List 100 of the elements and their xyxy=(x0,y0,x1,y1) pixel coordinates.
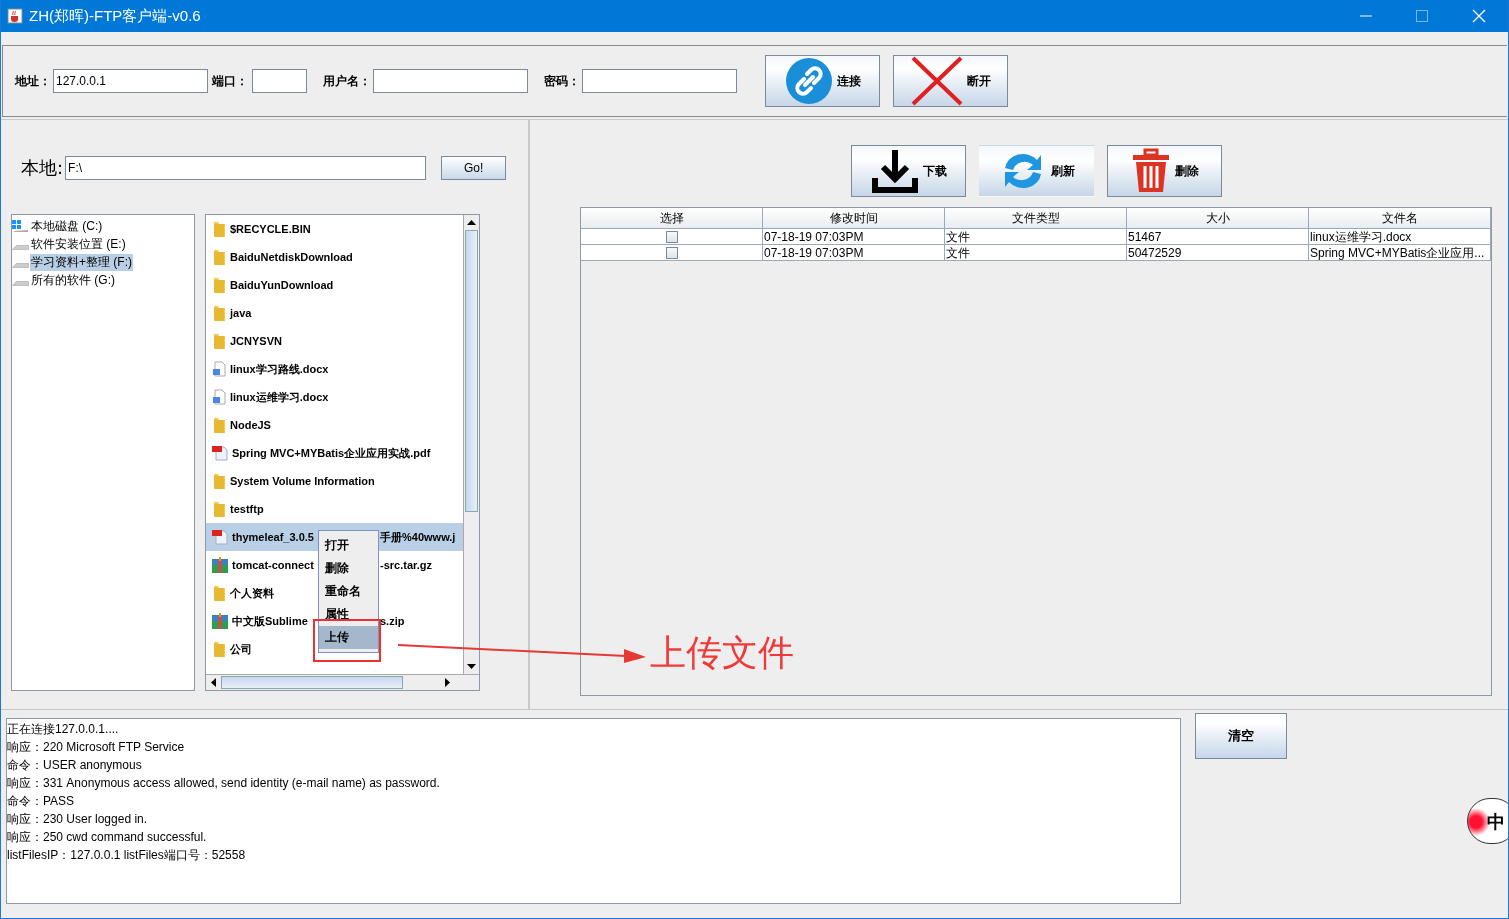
document-icon xyxy=(212,389,226,405)
file-name[interactable]: -src.tar.gz xyxy=(380,559,432,571)
table-cell: Spring MVC+MYBatis企业应用... xyxy=(1309,245,1491,261)
window-title: ZH(郑晖)-FTP客户端-v0.6 xyxy=(29,6,201,26)
folder-icon xyxy=(212,417,226,433)
file-name[interactable]: NodeJS xyxy=(230,419,271,431)
menu-item[interactable]: 删除 xyxy=(319,557,378,580)
column-header[interactable]: 大小 xyxy=(1127,208,1309,229)
file-name[interactable]: System Volume Information xyxy=(230,475,375,487)
folder-icon xyxy=(212,249,226,265)
drive-icon xyxy=(12,263,29,268)
table-cell: 文件 xyxy=(945,229,1127,245)
menu-item[interactable]: 属性 xyxy=(319,603,378,626)
folder-icon xyxy=(212,585,226,601)
column-header[interactable]: 修改时间 xyxy=(763,208,945,229)
toolbar-button[interactable]: 刷新 xyxy=(979,145,1094,197)
folder-icon xyxy=(212,641,226,657)
text-field[interactable] xyxy=(582,69,737,93)
local-label: 本地: xyxy=(21,156,64,180)
folder-icon xyxy=(212,305,226,321)
file-name[interactable]: BaiduYunDownload xyxy=(230,279,334,291)
file-name[interactable]: thymeleaf_3.0.5 xyxy=(232,531,314,543)
scrollbar-thumb[interactable] xyxy=(221,676,403,689)
drive-item[interactable]: 本地磁盘 (C:) xyxy=(30,217,104,235)
clear-button[interactable]: 清空 xyxy=(1195,713,1287,759)
folder-icon xyxy=(212,473,226,489)
toolbar-button[interactable]: 下载 xyxy=(851,145,966,197)
table-cell: 07-18-19 07:03PM xyxy=(763,229,945,245)
menu-item[interactable]: 打开 xyxy=(319,534,378,557)
file-name[interactable]: linux学习路线.docx xyxy=(230,361,329,377)
folder-icon xyxy=(212,277,226,293)
pdf-icon xyxy=(212,445,228,461)
file-name[interactable]: s.zip xyxy=(380,615,405,627)
coffee-cup-icon xyxy=(7,8,23,24)
go-button[interactable]: Go! xyxy=(441,156,507,180)
close-icon[interactable] xyxy=(1472,9,1486,23)
drive-item[interactable]: 学习资料+整理 (F:) xyxy=(30,253,133,271)
drive-item[interactable]: 软件安装位置 (E:) xyxy=(30,235,127,253)
text-field[interactable]: 127.0.0.1 xyxy=(53,69,208,93)
column-header[interactable]: 文件名 xyxy=(1309,208,1491,229)
field-label: 用户名： xyxy=(323,72,371,90)
download-icon xyxy=(870,148,919,194)
table-cell: linux运维学习.docx xyxy=(1309,229,1491,245)
file-name[interactable]: 公司 xyxy=(230,641,252,657)
archive-icon xyxy=(212,613,228,629)
text-field[interactable] xyxy=(252,69,307,93)
checkbox[interactable] xyxy=(666,246,678,259)
drive-item[interactable]: 所有的软件 (G:) xyxy=(30,271,116,289)
checkbox[interactable] xyxy=(666,230,678,243)
toolbar-button[interactable]: 删除 xyxy=(1107,145,1222,197)
toolbar-button[interactable]: 断开 xyxy=(893,55,1008,107)
menu-item[interactable]: 重命名 xyxy=(319,580,378,603)
folder-icon xyxy=(212,333,226,349)
cross-icon xyxy=(910,56,963,106)
folder-icon xyxy=(212,501,226,517)
menu-item[interactable]: 上传 xyxy=(319,626,378,649)
document-icon xyxy=(212,361,226,377)
file-name[interactable]: tomcat-connect xyxy=(232,559,314,571)
field-label: 密码： xyxy=(544,72,580,90)
field-label: 端口： xyxy=(212,72,248,90)
table-cell: 50472529 xyxy=(1127,245,1309,261)
file-name[interactable]: linux运维学习.docx xyxy=(230,389,329,405)
log-line: 响应：220 Microsoft FTP Service xyxy=(7,739,186,756)
drive-icon xyxy=(12,281,29,286)
highlight-box xyxy=(313,619,381,662)
log-line: 响应：331 Anonymous access allowed, send identity (e-mail name) as password. xyxy=(7,775,441,792)
log-line: 响应：230 User logged in. xyxy=(7,811,149,828)
column-header[interactable]: 文件类型 xyxy=(945,208,1127,229)
file-name[interactable]: 个人资料 xyxy=(230,585,274,601)
path-field[interactable]: F:\ xyxy=(65,156,427,180)
file-name[interactable]: 中文版Sublime xyxy=(232,613,308,629)
link-icon xyxy=(784,57,833,105)
maximize-icon[interactable] xyxy=(1416,10,1428,22)
table-cell: 文件 xyxy=(945,245,1127,261)
file-name[interactable]: JCNYSVN xyxy=(230,335,282,347)
field-label: 地址： xyxy=(15,72,51,90)
file-name[interactable]: 手册%40www.j xyxy=(380,529,456,545)
table-cell: 51467 xyxy=(1127,229,1309,245)
annotation-text: 上传文件 xyxy=(650,631,794,675)
text-field[interactable] xyxy=(373,69,528,93)
pdf-icon xyxy=(212,529,228,545)
log-line: 命令：PASS xyxy=(7,793,76,810)
log-line: 命令：USER anonymous xyxy=(7,757,143,774)
file-name[interactable]: BaiduNetdiskDownload xyxy=(230,251,353,263)
log-line: listFilesIP：127.0.0.1 listFiles端口号：52558 xyxy=(7,847,247,864)
scrollbar-thumb[interactable] xyxy=(465,230,478,512)
windows-drive-icon xyxy=(12,219,30,233)
column-header[interactable]: 选择 xyxy=(581,208,763,229)
archive-icon xyxy=(212,557,228,573)
drive-icon xyxy=(12,245,29,250)
folder-icon xyxy=(212,221,226,237)
file-name[interactable]: $RECYCLE.BIN xyxy=(230,223,311,235)
file-name[interactable]: testftp xyxy=(230,503,264,515)
log-line: 正在连接127.0.0.1.... xyxy=(7,721,120,738)
file-name[interactable]: java xyxy=(230,307,252,319)
toolbar-button[interactable]: 连接 xyxy=(765,55,880,107)
trash-icon xyxy=(1130,148,1171,194)
file-name[interactable]: Spring MVC+MYBatis企业应用实战.pdf xyxy=(232,445,431,461)
log-line: 响应：250 cwd command successful. xyxy=(7,829,208,846)
ime-badge[interactable]: 中 xyxy=(1467,798,1508,844)
